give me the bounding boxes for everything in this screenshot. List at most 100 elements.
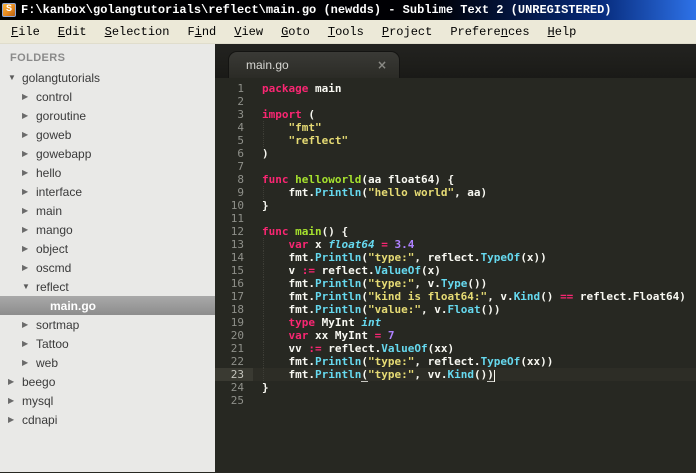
chevron-down-icon[interactable]: ▼ — [22, 282, 36, 291]
code-line[interactable]: 21 vv := reflect.ValueOf(xx) — [215, 342, 696, 355]
tree-item-cdnapi[interactable]: ▶ cdnapi — [0, 410, 215, 429]
menu-project[interactable]: Project — [373, 22, 441, 42]
tree-item-label: object — [36, 241, 69, 256]
tree-item-label: web — [36, 355, 59, 370]
menu-edit[interactable]: Edit — [49, 22, 96, 42]
line-number: 19 — [230, 316, 244, 329]
code-line[interactable]: 17 fmt.Println("kind is float64:", v.Kin… — [215, 290, 696, 303]
tab-label: main.go — [246, 58, 289, 72]
code-line[interactable]: 12 func main() { — [215, 225, 696, 238]
code-line[interactable]: 4 "fmt" — [215, 121, 696, 134]
code-text: var xx MyInt = 7 — [253, 329, 394, 342]
tree-item-hello[interactable]: ▶ hello — [0, 163, 215, 182]
close-icon[interactable]: × — [377, 58, 387, 72]
menu-preferences[interactable]: Preferences — [441, 22, 538, 42]
line-number: 18 — [230, 303, 244, 316]
tree-item-label: main — [36, 203, 63, 218]
code-text: fmt.Println("type:", v.Type()) — [253, 277, 487, 290]
tree-item-goweb[interactable]: ▶ goweb — [0, 125, 215, 144]
chevron-right-icon[interactable]: ▶ — [8, 415, 22, 424]
chevron-right-icon[interactable]: ▶ — [22, 206, 36, 215]
code-text: var x float64 = 3.4 — [253, 238, 414, 251]
menu-file[interactable]: File — [2, 22, 49, 42]
chevron-right-icon[interactable]: ▶ — [22, 111, 36, 120]
chevron-right-icon[interactable]: ▶ — [22, 225, 36, 234]
code-line[interactable]: 22 fmt.Println("type:", reflect.TypeOf(x… — [215, 355, 696, 368]
menu-view[interactable]: View — [225, 22, 272, 42]
code-line[interactable]: 7 — [215, 160, 696, 173]
code-line[interactable]: 6) — [215, 147, 696, 160]
line-number: 3 — [237, 108, 244, 121]
menu-tools[interactable]: Tools — [319, 22, 373, 42]
tree-item-label: control — [36, 89, 73, 104]
tree-item-reflect[interactable]: ▼ reflect — [0, 277, 215, 296]
tree-item-beego[interactable]: ▶ beego — [0, 372, 215, 391]
code-line[interactable]: 23 fmt.Println("type:", vv.Kind()) — [215, 368, 696, 382]
chevron-right-icon[interactable]: ▶ — [22, 187, 36, 196]
tree-item-tattoo[interactable]: ▶ Tattoo — [0, 334, 215, 353]
code-line[interactable]: 14 fmt.Println("type:", reflect.TypeOf(x… — [215, 251, 696, 264]
tree-item-label: oscmd — [36, 260, 72, 275]
tab-main-go[interactable]: main.go × — [228, 51, 400, 78]
code-line[interactable]: 15 v := reflect.ValueOf(x) — [215, 264, 696, 277]
tree-item-mango[interactable]: ▶ mango — [0, 220, 215, 239]
code-line[interactable]: 25 — [215, 394, 696, 407]
tree-item-sortmap[interactable]: ▶ sortmap — [0, 315, 215, 334]
code-line[interactable]: 24} — [215, 381, 696, 394]
tree-item-gowebapp[interactable]: ▶ gowebapp — [0, 144, 215, 163]
chevron-right-icon[interactable]: ▶ — [22, 92, 36, 101]
code-text: func main() { — [262, 225, 349, 238]
code-line[interactable]: 9 fmt.Println("hello world", aa) — [215, 186, 696, 199]
tree-item-goroutine[interactable]: ▶ goroutine — [0, 106, 215, 125]
menu-find[interactable]: Find — [178, 22, 225, 42]
code-line[interactable]: 18 fmt.Println("value:", v.Float()) — [215, 303, 696, 316]
tree-item-interface[interactable]: ▶ interface — [0, 182, 215, 201]
code-line[interactable]: 19 type MyInt int — [215, 316, 696, 329]
code-text: vv := reflect.ValueOf(xx) — [253, 342, 454, 355]
code-line[interactable]: 11 — [215, 212, 696, 225]
folders-header: FOLDERS — [10, 52, 66, 64]
line-number: 17 — [230, 290, 244, 303]
menu-selection[interactable]: Selection — [96, 22, 179, 42]
tab-bar: main.go × — [215, 44, 696, 78]
chevron-right-icon[interactable]: ▶ — [8, 377, 22, 386]
tree-item-oscmd[interactable]: ▶ oscmd — [0, 258, 215, 277]
chevron-right-icon[interactable]: ▶ — [22, 263, 36, 272]
code-text: "reflect" — [253, 134, 348, 147]
tree-item-web[interactable]: ▶ web — [0, 353, 215, 372]
tree-item-mysql[interactable]: ▶ mysql — [0, 391, 215, 410]
code-line[interactable]: 8 func helloworld(aa float64) { — [215, 173, 696, 186]
code-line[interactable]: 13 var x float64 = 3.4 — [215, 238, 696, 251]
chevron-right-icon[interactable]: ▶ — [22, 358, 36, 367]
tree-item-main[interactable]: ▶ main — [0, 201, 215, 220]
code-editor[interactable]: 1 package main 2 3 import (4 "fmt" 5 "reflect… — [215, 78, 696, 472]
chevron-right-icon[interactable]: ▶ — [8, 396, 22, 405]
chevron-right-icon[interactable]: ▶ — [22, 244, 36, 253]
tree-item-main-go[interactable]: main.go — [0, 296, 215, 315]
code-text: } — [262, 381, 269, 394]
chevron-right-icon[interactable]: ▶ — [22, 168, 36, 177]
chevron-right-icon[interactable]: ▶ — [22, 339, 36, 348]
code-line[interactable]: 2 — [215, 95, 696, 108]
code-line[interactable]: 20 var xx MyInt = 7 — [215, 329, 696, 342]
tree-item-golangtutorials[interactable]: ▼ golangtutorials — [0, 68, 215, 87]
chevron-right-icon[interactable]: ▶ — [22, 149, 36, 158]
line-number: 9 — [237, 186, 244, 199]
chevron-right-icon[interactable]: ▶ — [22, 320, 36, 329]
tree-item-control[interactable]: ▶ control — [0, 87, 215, 106]
code-text: } — [262, 199, 269, 212]
code-line[interactable]: 1 package main — [215, 82, 696, 95]
chevron-down-icon[interactable]: ▼ — [8, 73, 22, 82]
menu-help[interactable]: Help — [539, 22, 586, 42]
code-line[interactable]: 5 "reflect" — [215, 134, 696, 147]
code-line[interactable]: 10} — [215, 199, 696, 212]
line-number: 13 — [230, 238, 244, 251]
code-line[interactable]: 16 fmt.Println("type:", v.Type()) — [215, 277, 696, 290]
code-line[interactable]: 3 import ( — [215, 108, 696, 121]
tree-item-object[interactable]: ▶ object — [0, 239, 215, 258]
tree-item-label: cdnapi — [22, 412, 58, 427]
menu-goto[interactable]: Goto — [272, 22, 319, 42]
code-text: package main — [262, 82, 342, 95]
chevron-right-icon[interactable]: ▶ — [22, 130, 36, 139]
